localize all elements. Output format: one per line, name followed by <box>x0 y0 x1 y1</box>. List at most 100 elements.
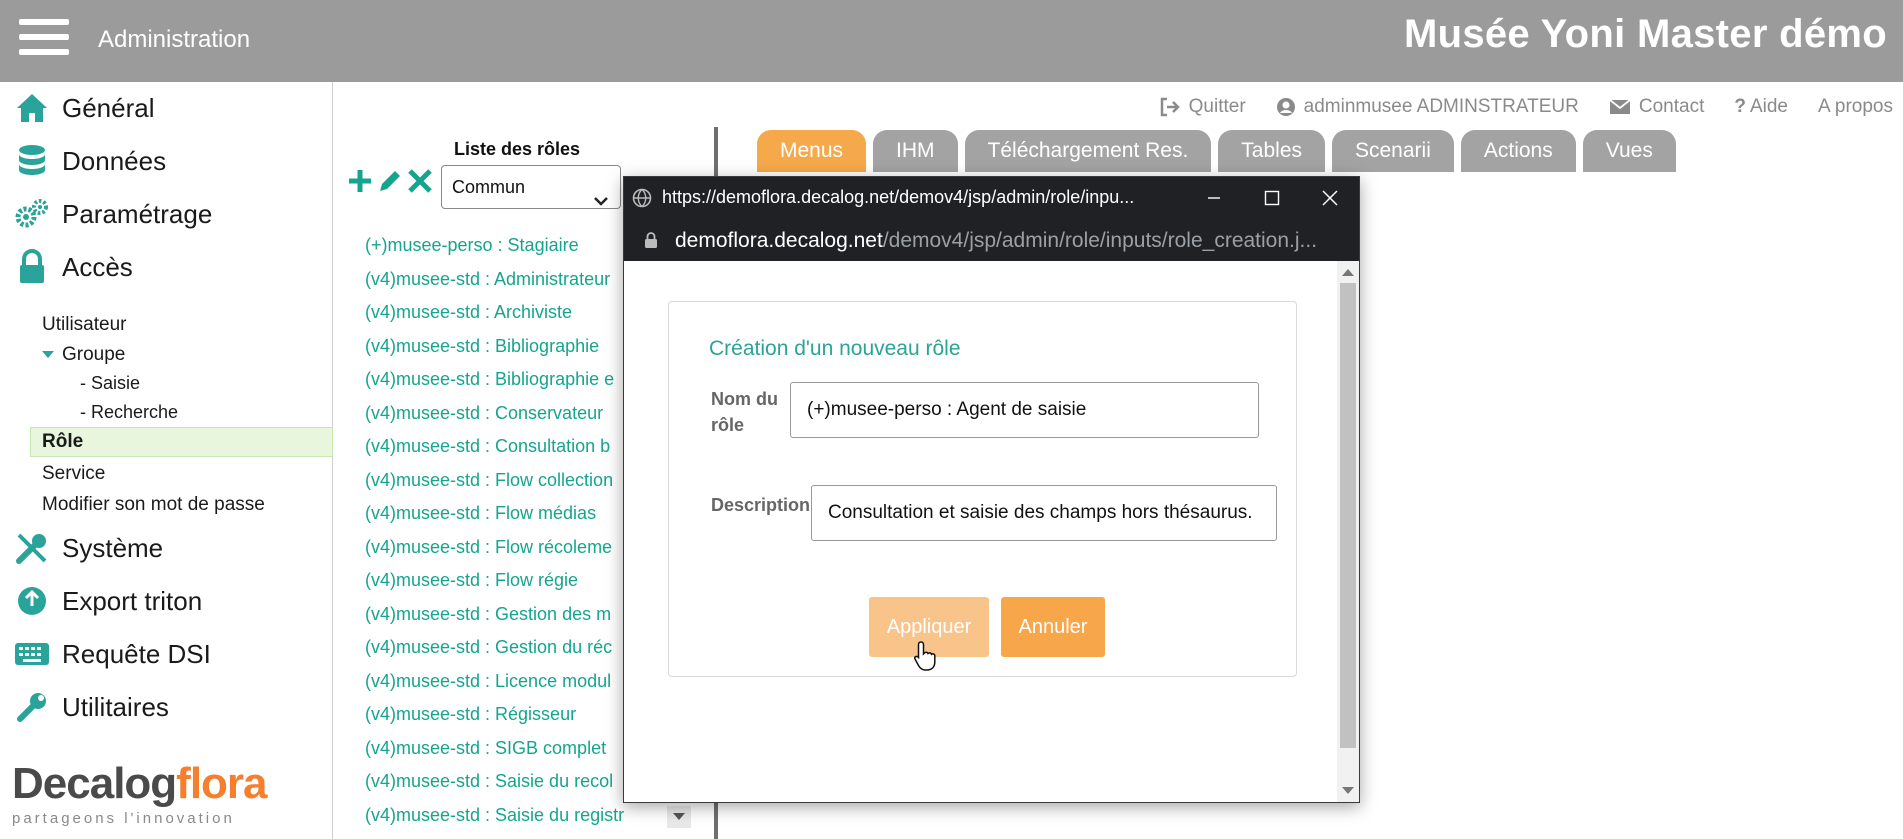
list-item[interactable]: (+)musee-perso : Stagiaire <box>365 232 625 266</box>
popup-address-bar[interactable]: demoflora.decalog.net/demov4/jsp/admin/r… <box>624 219 1359 261</box>
list-item[interactable]: (v4)musee-std : Archiviste <box>365 299 625 333</box>
caret-down-icon <box>42 351 54 359</box>
tab-telechargement[interactable]: Téléchargement Res. <box>964 130 1212 172</box>
sidebar-subitem-service[interactable]: Service <box>42 463 105 485</box>
sidebar-subitem-groupe[interactable]: Groupe <box>42 344 125 366</box>
maximize-icon <box>1264 190 1280 206</box>
wrench-icon <box>14 689 50 725</box>
sidebar-item-label: Général <box>62 92 155 123</box>
contact-link[interactable]: Contact <box>1609 96 1704 118</box>
list-item[interactable]: (v4)musee-std : Régisseur <box>365 701 625 735</box>
list-scroll-down-icon[interactable] <box>667 806 691 828</box>
list-item[interactable]: (v4)musee-std : Gestion des m <box>365 601 625 635</box>
about-label: A propos <box>1818 96 1893 117</box>
sidebar-subitem-saisie[interactable]: - Saisie <box>80 373 140 394</box>
form-title: Création d'un nouveau rôle <box>709 337 961 360</box>
user-label: adminmusee ADMINSTRATEUR <box>1303 96 1579 117</box>
sidebar-item-requete-dsi[interactable]: Requête DSI <box>0 630 333 678</box>
description-label: Description <box>711 495 811 515</box>
sidebar-item-label: Export triton <box>62 585 203 616</box>
sidebar-item-export-triton[interactable]: Export triton <box>0 577 333 625</box>
popup-titlebar[interactable]: https://demoflora.decalog.net/demov4/jsp… <box>624 177 1359 219</box>
list-item[interactable]: (v4)musee-std : Gestion du réc <box>365 634 625 668</box>
role-category-select[interactable]: Commun <box>441 165 621 209</box>
sidebar-item-label: Système <box>62 532 164 563</box>
sidebar-item-label: Données <box>62 145 167 176</box>
list-item[interactable]: (v4)musee-std : Bibliographie e <box>365 366 625 400</box>
tab-menus[interactable]: Menus <box>757 130 867 172</box>
tab-vues[interactable]: Vues <box>1582 130 1676 172</box>
list-item[interactable]: (v4)musee-std : SIGB complet <box>365 735 625 769</box>
roles-list-title: Liste des rôles <box>454 139 581 159</box>
lock-icon <box>14 249 50 285</box>
tab-ihm[interactable]: IHM <box>873 130 958 172</box>
role-category-value: Commun <box>452 177 526 197</box>
about-link[interactable]: A propos <box>1818 96 1893 118</box>
sidebar-subitem-role[interactable]: Rôle <box>30 427 333 457</box>
maximize-button[interactable] <box>1243 177 1301 219</box>
sidebar-subitem-password[interactable]: Modifier son mot de passe <box>42 494 265 516</box>
question-icon: ? <box>1734 96 1746 117</box>
envelope-icon <box>1609 99 1631 114</box>
tab-actions[interactable]: Actions <box>1460 130 1576 172</box>
sidebar-item-label: Utilitaires <box>62 691 169 722</box>
edit-role-icon[interactable] <box>376 167 404 195</box>
top-header: Administration Musée Yoni Master démo <box>0 0 1903 82</box>
sidebar-subitem-label: Groupe <box>62 344 126 365</box>
list-item[interactable]: (v4)musee-std : Administrateur <box>365 266 625 300</box>
sidebar-item-acces[interactable]: Accès <box>0 243 333 291</box>
sign-out-icon <box>1160 97 1180 117</box>
role-name-label: Nom du rôle <box>711 389 778 435</box>
role-name-input[interactable]: (+)musee-perso : Agent de saisie <box>790 382 1259 438</box>
sidebar-subitem-recherche[interactable]: - Recherche <box>80 402 178 423</box>
logo-text-decalog: Decalog <box>12 759 177 808</box>
list-item[interactable]: (v4)musee-std : Conservateur <box>365 400 625 434</box>
config-tabs: Menus IHM Téléchargement Res. Tables Sce… <box>757 130 1683 172</box>
list-item[interactable]: (v4)musee-std : Flow récoleme <box>365 534 625 568</box>
chevron-down-icon <box>594 180 608 222</box>
help-link[interactable]: ? Aide <box>1734 96 1788 118</box>
hamburger-menu-icon[interactable] <box>19 19 69 55</box>
list-item[interactable]: (v4)musee-std : Flow collection <box>365 467 625 501</box>
sidebar-item-systeme[interactable]: Système <box>0 524 333 572</box>
top-links: Quitter adminmusee ADMINSTRATEUR Contact… <box>1129 96 1893 118</box>
description-input[interactable]: Consultation et saisie des champs hors t… <box>811 485 1277 541</box>
role-form-card: Création d'un nouveau rôle Nom du rôle (… <box>668 301 1297 677</box>
help-label: Aide <box>1749 96 1788 117</box>
list-item[interactable]: (v4)musee-std : Consultation b <box>365 433 625 467</box>
sidebar: Général Données Paramétrage Accès Utilis… <box>0 82 333 839</box>
tab-tables[interactable]: Tables <box>1218 130 1325 172</box>
add-role-icon[interactable] <box>346 167 374 195</box>
sidebar-item-label: Paramétrage <box>62 198 213 229</box>
scroll-down-icon[interactable] <box>1342 787 1354 794</box>
close-button[interactable] <box>1301 177 1359 219</box>
logo-text-flora: flora <box>176 759 267 808</box>
role-creation-popup: https://demoflora.decalog.net/demov4/jsp… <box>623 176 1360 803</box>
minimize-icon <box>1208 197 1220 199</box>
home-icon <box>14 90 50 126</box>
lock-icon <box>644 231 658 254</box>
list-item[interactable]: (v4)musee-std : Flow régie <box>365 567 625 601</box>
cancel-button[interactable]: Annuler <box>1001 597 1105 657</box>
list-item[interactable]: (v4)musee-std : Licence modul <box>365 668 625 702</box>
tab-scenarii[interactable]: Scenarii <box>1332 130 1454 172</box>
sidebar-subitem-utilisateur[interactable]: Utilisateur <box>42 314 126 336</box>
quit-label: Quitter <box>1188 96 1246 117</box>
logo-tagline: partageons l'innovation <box>12 810 235 827</box>
sidebar-item-parametrage[interactable]: Paramétrage <box>0 190 333 238</box>
list-item[interactable]: (v4)musee-std : Saisie du recol <box>365 768 625 802</box>
quit-link[interactable]: Quitter <box>1159 96 1246 118</box>
sidebar-item-donnees[interactable]: Données <box>0 137 333 185</box>
list-item[interactable]: (v4)musee-std : Flow médias <box>365 500 625 534</box>
popup-title: https://demoflora.decalog.net/demov4/jsp… <box>662 187 1135 207</box>
scroll-up-icon[interactable] <box>1342 269 1354 276</box>
delete-role-icon[interactable] <box>406 167 434 195</box>
minimize-button[interactable] <box>1185 177 1243 219</box>
scrollbar-thumb[interactable] <box>1340 283 1356 748</box>
list-item[interactable]: (v4)musee-std : Saisie du registre d' <box>365 802 625 836</box>
sidebar-item-utilitaires[interactable]: Utilitaires <box>0 683 333 731</box>
user-link[interactable]: adminmusee ADMINSTRATEUR <box>1276 96 1579 118</box>
sidebar-item-general[interactable]: Général <box>0 84 333 132</box>
popup-scrollbar[interactable] <box>1337 261 1359 802</box>
list-item[interactable]: (v4)musee-std : Bibliographie <box>365 333 625 367</box>
